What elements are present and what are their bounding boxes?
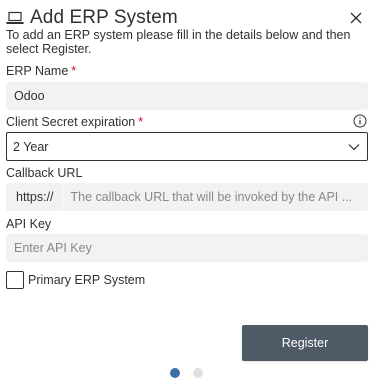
required-marker: * bbox=[71, 64, 77, 78]
client-secret-label-text: Client Secret expiration bbox=[6, 115, 136, 129]
erp-name-label: ERP Name * bbox=[6, 64, 76, 78]
client-secret-selected-value: 2 Year bbox=[13, 139, 49, 154]
api-key-label: API Key bbox=[6, 217, 52, 231]
required-marker: * bbox=[138, 115, 144, 129]
dialog-title: Add ERP System bbox=[30, 7, 178, 28]
page-dot-1[interactable] bbox=[170, 368, 180, 378]
erp-name-label-text: ERP Name bbox=[6, 64, 69, 78]
chevron-down-icon bbox=[347, 140, 361, 154]
erp-name-input[interactable]: Odoo bbox=[6, 82, 368, 110]
primary-erp-label: Primary ERP System bbox=[28, 273, 146, 287]
primary-erp-checkbox[interactable] bbox=[6, 271, 24, 289]
client-secret-expiration-select[interactable]: 2 Year bbox=[6, 132, 368, 161]
primary-erp-checkbox-row[interactable]: Primary ERP System bbox=[6, 271, 145, 289]
close-icon[interactable] bbox=[349, 11, 363, 25]
dialog-description: To add an ERP system please fill in the … bbox=[6, 28, 351, 56]
client-secret-label: Client Secret expiration * bbox=[6, 115, 143, 129]
page-dot-2[interactable] bbox=[193, 368, 203, 378]
callback-url-field[interactable]: https:// The callback URL that will be i… bbox=[6, 183, 368, 211]
add-erp-dialog: Add ERP System To add an ERP system plea… bbox=[0, 0, 373, 384]
callback-url-label: Callback URL bbox=[6, 166, 83, 180]
pagination-dots bbox=[170, 368, 203, 378]
api-key-input[interactable]: Enter API Key bbox=[6, 234, 368, 262]
erp-name-value: Odoo bbox=[14, 89, 45, 103]
dialog-header: Add ERP System bbox=[6, 6, 367, 30]
register-button[interactable]: Register bbox=[242, 325, 368, 361]
url-prefix: https:// bbox=[6, 183, 63, 211]
info-icon[interactable] bbox=[353, 114, 367, 128]
laptop-icon bbox=[6, 9, 24, 27]
callback-url-placeholder: The callback URL that will be invoked by… bbox=[70, 190, 353, 204]
api-key-placeholder: Enter API Key bbox=[14, 241, 92, 255]
